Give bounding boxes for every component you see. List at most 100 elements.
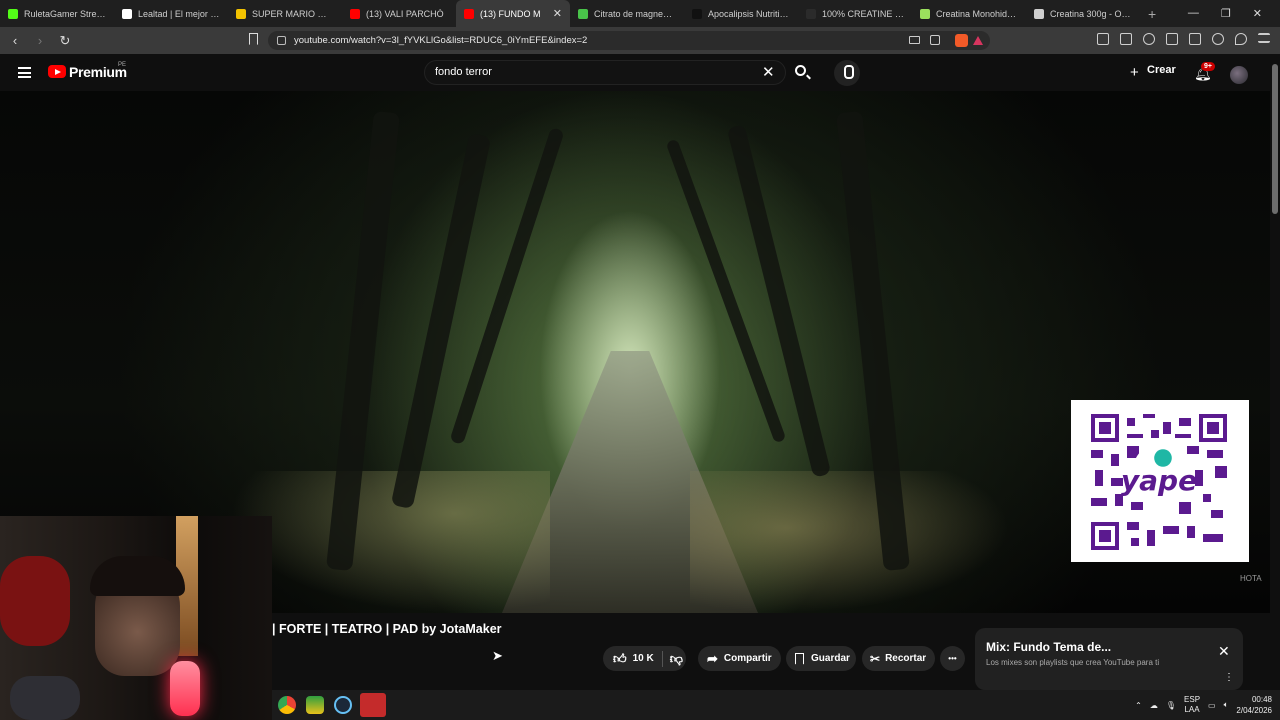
search-button[interactable]	[786, 60, 818, 85]
microphone-icon[interactable]: 🎙︎	[1166, 701, 1176, 710]
brave-rewards-icon[interactable]	[973, 36, 983, 45]
bookmark-icon[interactable]	[249, 33, 258, 45]
like-count[interactable]: 10 K	[633, 653, 654, 664]
mix-title[interactable]: Mix: Fundo Tema de...	[986, 640, 1111, 654]
leo-ai-icon[interactable]	[1212, 33, 1224, 45]
browser-tab[interactable]: Apocalipsis Nutrition (	[684, 0, 798, 27]
more-actions-button[interactable]: •••	[940, 646, 965, 671]
hamburger-menu-icon[interactable]	[18, 67, 31, 78]
window-controls: — ❐ ✕	[1188, 7, 1280, 20]
webcam-overlay	[0, 516, 272, 720]
save-icon	[795, 652, 804, 665]
browser-tab[interactable]: RuletaGamer Stream -	[0, 0, 114, 27]
tab-list: RuletaGamer Stream - Lealtad | El mejor s…	[0, 0, 1140, 27]
tab-label: (13) VALI PARCHÓ	[366, 8, 444, 19]
os-taskbar: ⌃ ☁ 🎙︎ ESP LAA ▭ 🔈︎ 00:48 2/04/2026	[272, 690, 1280, 720]
lang-top: ESP	[1184, 695, 1201, 704]
share-button[interactable]: ➦ Compartir	[698, 646, 781, 671]
plus-icon: +	[1130, 64, 1139, 81]
tray-overflow-icon[interactable]: ⌃	[1135, 701, 1142, 710]
language-indicator[interactable]: ESP LAA	[1184, 695, 1200, 715]
network-icon[interactable]: ▭	[1208, 701, 1216, 710]
clip-button[interactable]: ✂ Recortar	[862, 646, 935, 671]
browser-tab-strip: RuletaGamer Stream - Lealtad | El mejor s…	[0, 0, 1280, 27]
yape-word: yape	[1121, 464, 1197, 497]
forward-icon[interactable]: ›	[30, 33, 50, 48]
close-window-icon[interactable]: ✕	[1253, 7, 1262, 20]
mix-more-icon[interactable]: ⋮	[1224, 672, 1234, 683]
page-scrollbar[interactable]	[1270, 54, 1280, 694]
browser-extensions	[1097, 33, 1270, 45]
brave-shield-icon[interactable]	[955, 34, 968, 47]
channel-watermark[interactable]: HOTA	[1240, 574, 1262, 583]
chair-back	[0, 556, 70, 646]
thumbs-down-icon[interactable]: 👎︎	[670, 651, 683, 667]
steam-icon[interactable]	[334, 696, 352, 714]
browser-tab[interactable]: 100% CREATINE - Univ	[798, 0, 912, 27]
restore-icon[interactable]: ❐	[1221, 7, 1231, 20]
tab-label: Citrato de magnesio S	[594, 8, 676, 19]
minimize-icon[interactable]: —	[1188, 7, 1199, 20]
browser-tab[interactable]: SUPER MARIO WORLD	[228, 0, 342, 27]
mix-subtitle: Los mixes son playlists que crea YouTube…	[986, 658, 1160, 667]
tab-label: Creatina Monohidrata	[936, 8, 1018, 19]
youtube-logo-icon[interactable]	[48, 65, 66, 78]
browser-tab[interactable]: Lealtad | El mejor softw	[114, 0, 228, 27]
clip-label: Recortar	[885, 653, 927, 664]
reload-icon[interactable]: ↻	[55, 33, 75, 49]
browser-tab[interactable]: Creatina 300g - Optim	[1026, 0, 1140, 27]
clock-date: 2/04/2026	[1236, 706, 1272, 715]
clock[interactable]: 00:48 2/04/2026	[1236, 694, 1272, 716]
address-bar[interactable]: youtube.com/watch?v=3l_fYVKLlGo&list=RDU…	[268, 31, 990, 50]
create-button[interactable]: Crear	[1147, 64, 1176, 76]
browser-tab[interactable]: (13) VALI PARCHÓ	[342, 0, 456, 27]
chrome-icon[interactable]	[278, 696, 296, 714]
clock-time: 00:48	[1251, 695, 1272, 704]
active-app-icon[interactable]	[360, 693, 386, 717]
site-info-icon[interactable]	[277, 36, 286, 45]
volume-icon[interactable]: 🔈︎	[1224, 700, 1229, 710]
onedrive-icon[interactable]: ☁	[1150, 701, 1158, 710]
share-label: Compartir	[723, 653, 772, 664]
new-tab-button[interactable]: +	[1148, 6, 1156, 22]
back-icon[interactable]: ‹	[5, 33, 25, 48]
browser-tab[interactable]: Creatina Monohidrata	[912, 0, 1026, 27]
tab-favicon-icon	[806, 8, 816, 19]
vpn-icon[interactable]	[1235, 33, 1247, 45]
mix-playlist-panel[interactable]: Mix: Fundo Tema de... Los mixes son play…	[975, 628, 1243, 690]
wallet-icon[interactable]	[1120, 33, 1132, 45]
tab-favicon-icon	[920, 8, 930, 19]
tab-favicon-icon	[122, 8, 132, 19]
lang-bottom: LAA	[1184, 705, 1200, 714]
clear-search-icon[interactable]: ✕	[762, 63, 775, 81]
cast-icon[interactable]	[909, 36, 920, 44]
sidebar-icon[interactable]	[1166, 33, 1178, 45]
close-tab-icon[interactable]: ✕	[553, 7, 562, 20]
grass-left	[230, 471, 550, 613]
extensions-icon[interactable]	[1097, 33, 1109, 45]
search-input[interactable]: fondo terror	[424, 60, 786, 85]
like-dislike-group: 👍︎ 10 K 👎︎	[603, 646, 686, 671]
save-button[interactable]: Guardar	[786, 646, 856, 671]
close-mix-icon[interactable]: ✕	[1218, 643, 1230, 660]
tab-label: Lealtad | El mejor softw	[138, 8, 220, 19]
glowing-cup	[170, 661, 200, 716]
share-icon[interactable]	[930, 35, 940, 45]
scrollbar-thumb[interactable]	[1272, 64, 1278, 214]
reading-list-icon[interactable]	[1189, 33, 1201, 45]
media-icon[interactable]	[1143, 33, 1155, 45]
tab-label: 100% CREATINE - Univ	[822, 8, 904, 19]
voice-search-icon[interactable]	[834, 60, 860, 86]
thumbs-up-icon[interactable]: 👍︎	[613, 651, 627, 667]
avatar[interactable]	[1230, 66, 1248, 84]
browser-menu-icon[interactable]	[1258, 33, 1270, 43]
system-tray: ⌃ ☁ 🎙︎ ESP LAA ▭ 🔈︎ 00:48 2/04/2026	[1135, 690, 1280, 720]
tab-favicon-icon	[236, 8, 246, 19]
tab-favicon-icon	[350, 8, 360, 19]
headset	[10, 676, 80, 720]
divider	[661, 650, 663, 667]
app-icon[interactable]	[306, 696, 324, 714]
browser-tab[interactable]: (13) FUNDO M ✕	[456, 0, 570, 27]
tab-label: RuletaGamer Stream -	[24, 8, 106, 19]
browser-tab[interactable]: Citrato de magnesio S	[570, 0, 684, 27]
